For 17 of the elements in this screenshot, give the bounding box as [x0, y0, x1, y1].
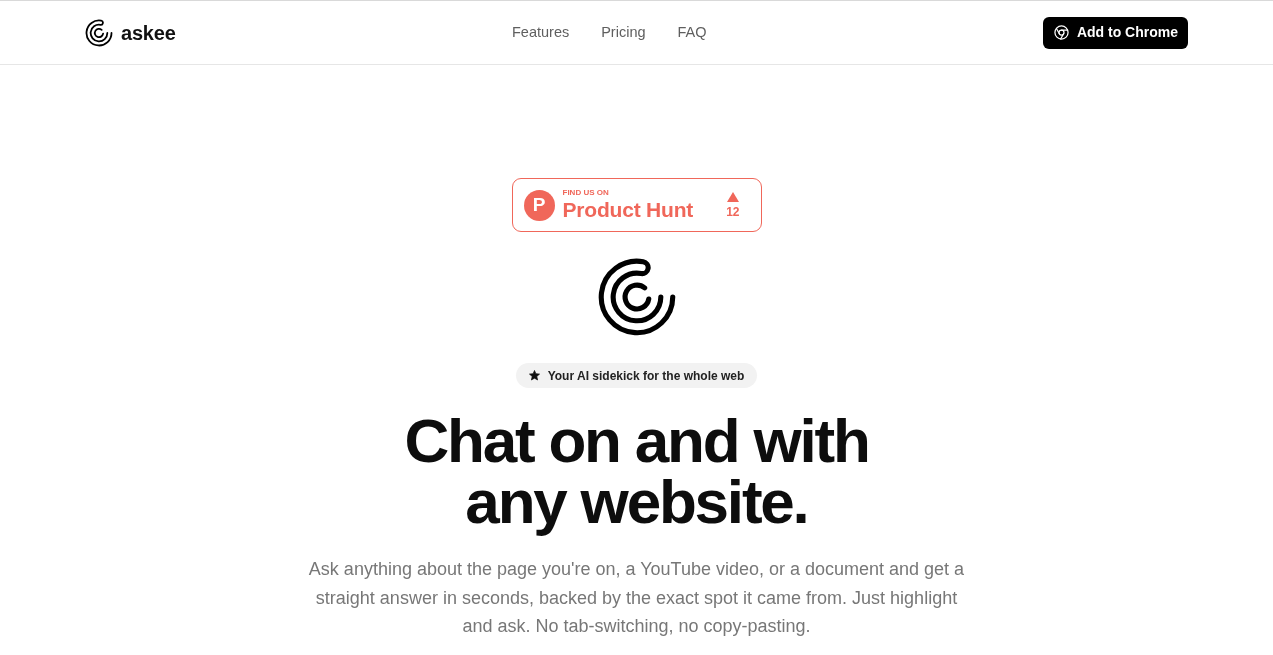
nav-link[interactable]: FAQ: [677, 21, 707, 44]
tagline-text: Your AI sidekick for the whole web: [547, 367, 745, 385]
badge-title: Product Hunt: [562, 198, 694, 221]
product-hunt-logo-icon: P: [523, 189, 555, 221]
spiral-logo-icon: [85, 18, 113, 47]
badge-kicker: FIND US ON: [562, 188, 609, 197]
upvote-count: 12: [726, 206, 740, 218]
spiral-logo-icon: [596, 257, 677, 337]
nav-link[interactable]: Features: [511, 21, 570, 44]
star-icon: [528, 370, 540, 381]
brand-link[interactable]: askee: [85, 17, 176, 48]
nav-link[interactable]: Pricing: [601, 21, 646, 44]
hero-description: Ask anything about the page you're on, a YouTube video, or a document and get a straight answer in seconds, backed by the exact spot it came from. Just highlight and ask. No tab-switching, no copy-pasting.: [307, 558, 966, 638]
chrome-icon: [1053, 25, 1069, 40]
upvote-triangle-icon: [726, 192, 739, 202]
add-to-chrome-button[interactable]: Add to Chrome: [1042, 16, 1188, 49]
brand-name: askee: [121, 20, 176, 46]
